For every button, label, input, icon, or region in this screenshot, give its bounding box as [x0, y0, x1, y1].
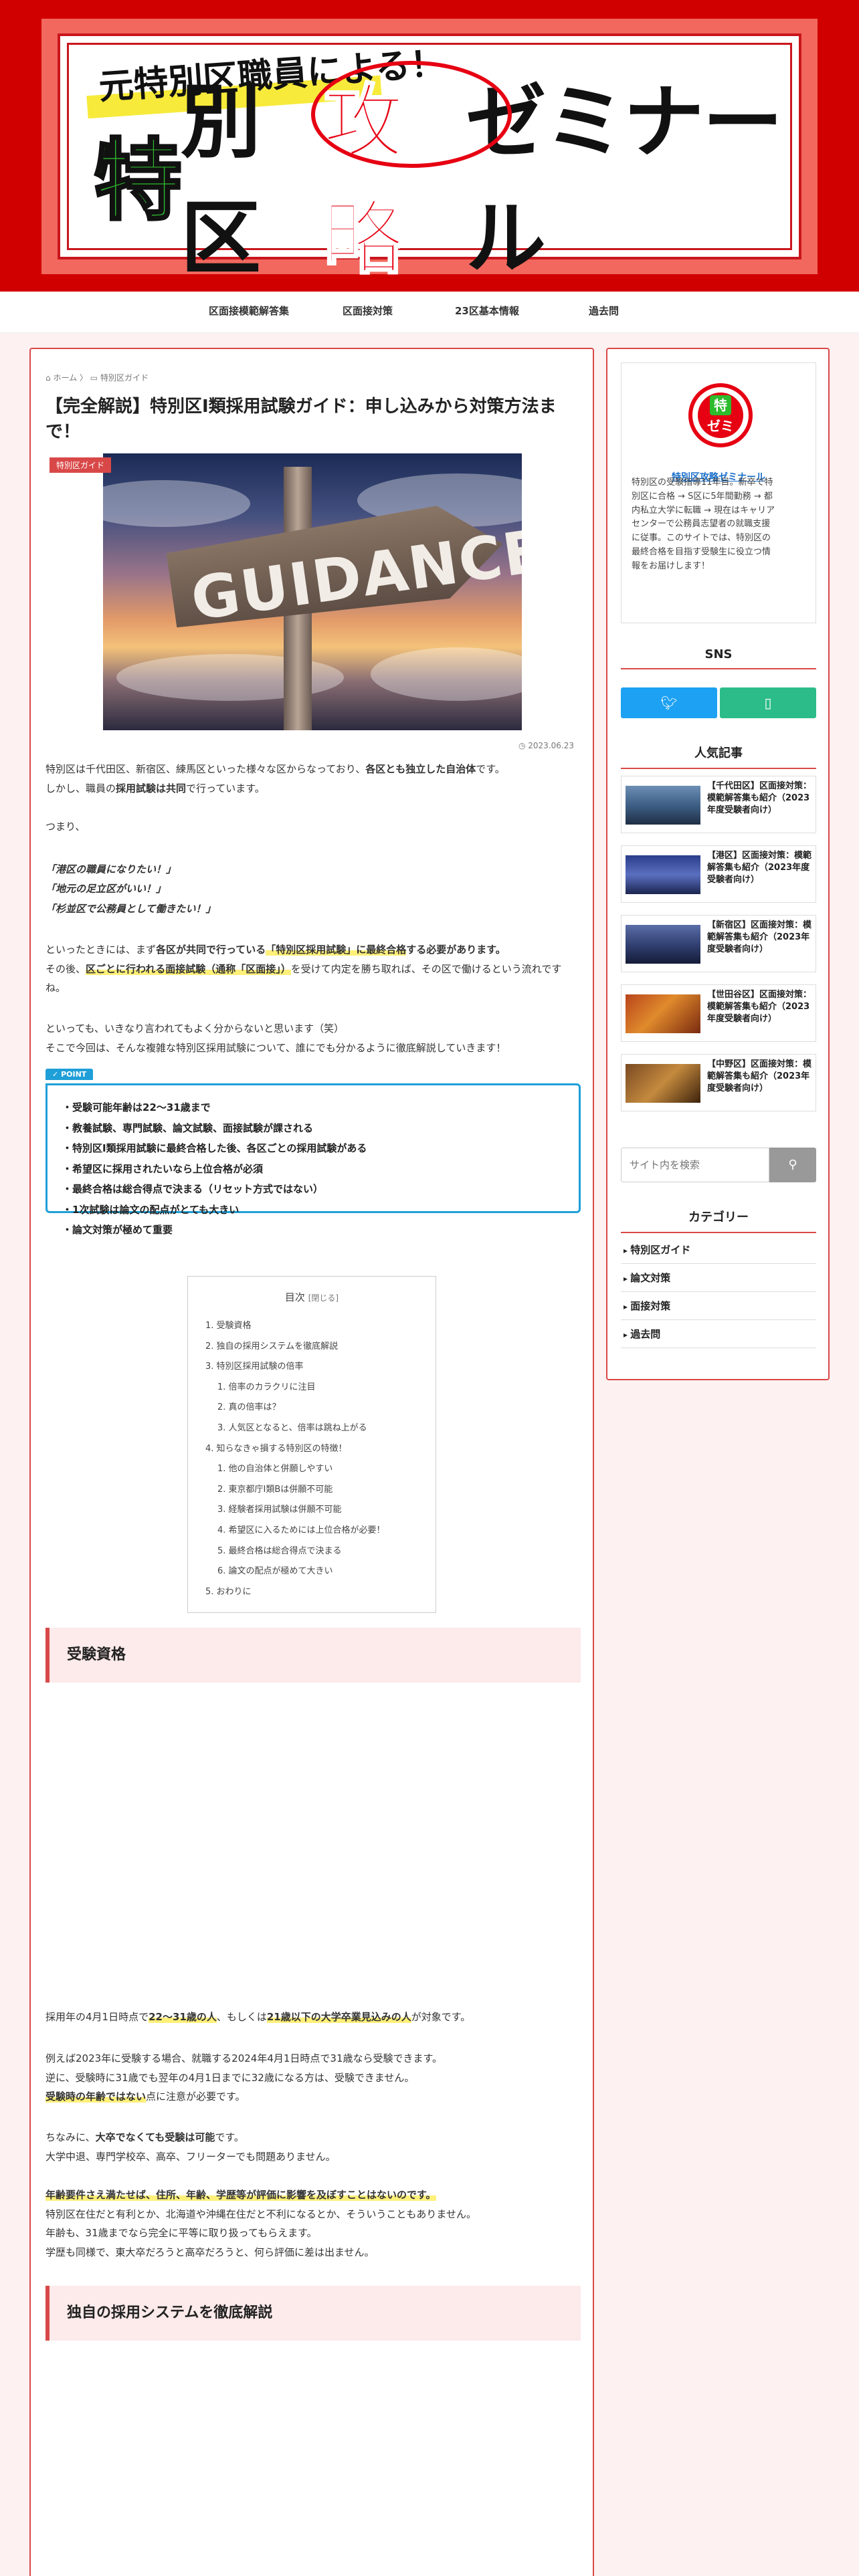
check-icon: ✓: [52, 1070, 59, 1079]
home-icon: ⌂: [45, 373, 51, 383]
profile-description: 特別区の受験指導11年目。新卒で特別区に合格 → S区に5年間勤務 → 都内私立…: [632, 477, 775, 571]
toc-item[interactable]: 1. 受験資格: [205, 1316, 418, 1337]
section-heading-hiring-system: 独自の採用システムを徹底解説: [45, 2286, 581, 2341]
toc-item[interactable]: 3. 特別区採用試験の倍率: [205, 1357, 418, 1378]
nav-item-interview-prep[interactable]: 区面接対策: [343, 304, 393, 318]
feedly-icon: ▯: [764, 695, 772, 711]
article-thumbnail: [626, 786, 700, 825]
popular-article-item[interactable]: 【新宿区】区面接対策：模範解答集も紹介（2023年度受験者向け）: [621, 915, 816, 972]
category-link[interactable]: 論文対策: [621, 1264, 816, 1292]
feedly-follow-button[interactable]: ▯: [720, 687, 816, 718]
popular-widget-title: 人気記事: [621, 744, 816, 769]
breadcrumb-home[interactable]: ホーム: [53, 373, 77, 383]
clock-icon: ◷: [518, 741, 526, 750]
banner-title-last: ゼミナール: [466, 76, 783, 286]
example-paragraph: 例えば2023年に受験する場合、就職する2024年4月1日時点で31歳なら受験で…: [45, 2052, 443, 2103]
breadcrumb-category[interactable]: 特別区ガイド: [100, 373, 149, 383]
toc-item[interactable]: 2. 東京都庁I類Bは併願不可能: [205, 1480, 418, 1501]
site-search-input[interactable]: [621, 1148, 769, 1182]
popular-article-item[interactable]: 【港区】区面接対策：模範解答集も紹介（2023年度受験者向け）: [621, 845, 816, 903]
toc-toggle[interactable]: [閉じる]: [308, 1293, 339, 1303]
intro-paragraph: 特別区は千代田区、新宿区、練馬区といった様々な区からなっており、各区とも独立した…: [45, 763, 505, 794]
category-widget-title: カテゴリー: [621, 1208, 816, 1233]
nav-item-23-wards-info[interactable]: 23区基本情報: [455, 304, 519, 318]
point-item: ・最終合格は総合得点で決まる（リセット方式ではない）: [62, 1183, 324, 1195]
twitter-icon: 🐦︎: [660, 695, 678, 711]
header-banner[interactable]: 元特別区職員による！ 特 別区 攻略 ゼミナール: [41, 19, 818, 287]
eyecatch-image: GUIDANCE: [103, 453, 522, 730]
point-item: ・受験可能年齢は22〜31歳まで: [62, 1101, 211, 1113]
table-of-contents: 目次 [閉じる] 1. 受験資格 2. 独自の採用システムを徹底解説 3. 特別区採…: [187, 1276, 436, 1613]
nav-item-past-exams[interactable]: 過去問: [589, 304, 619, 318]
point-item: ・1次試験は論文の配点がとても大きい: [62, 1203, 240, 1216]
banner-frame: 元特別区職員による！ 特 別区 攻略 ゼミナール: [58, 33, 801, 287]
point-box: ・受験可能年齢は22〜31歳まで ・教養試験、専門試験、論文試験、面接試験が課さ…: [45, 1083, 581, 1236]
flow-paragraph: といったときには、まず各区が共同で行っている「特別区採用試験」に最終合格する必要…: [45, 944, 562, 994]
folder-icon: ▭: [90, 373, 98, 383]
toc-item[interactable]: 5. おわりに: [205, 1582, 418, 1603]
banner-title-first: 特: [92, 128, 183, 234]
popular-article-item[interactable]: 【中野区】区面接対策：模範解答集も紹介（2023年度受験者向け）: [621, 1054, 816, 1111]
tsumari-text: つまり、: [45, 821, 86, 833]
point-item: ・特別区Ⅰ類採用試験に最終合格した後、各区ごとの採用試験がある: [62, 1142, 367, 1154]
toc-item[interactable]: 4. 希望区に入るためには上位合格が必要！: [205, 1521, 418, 1541]
toc-title: 目次 [閉じる]: [284, 1291, 339, 1303]
sns-widget-title: SNS: [621, 647, 816, 669]
article-thumbnail: [626, 994, 700, 1033]
nav-item-interview-answers[interactable]: 区面接模範解答集: [209, 304, 289, 318]
article-thumbnail: [626, 855, 700, 894]
point-item: ・教養試験、専門試験、論文試験、面接試験が課される: [62, 1121, 314, 1134]
breadcrumb: ⌂ ホーム 〉 ▭ 特別区ガイド: [45, 372, 149, 383]
breadcrumb-separator: 〉: [79, 373, 88, 383]
point-item: ・論文対策が極めて重要: [62, 1224, 173, 1236]
toc-item[interactable]: 4. 知らなきゃ損する特別区の特徴！: [205, 1439, 418, 1460]
point-item: ・希望区に採用されたいなら上位合格が必須: [62, 1162, 264, 1175]
category-link[interactable]: 面接対策: [621, 1292, 816, 1320]
post-date: ◷ 2023.06.23: [518, 741, 574, 750]
search-icon: ⚲: [788, 1158, 797, 1172]
site-logo-title: 特 別区 攻略 ゼミナール: [92, 61, 799, 287]
education-note-paragraph: ちなみに、大卒でなくても受験は可能です。 大学中退、専門学校卒、高卒、フリーター…: [45, 2131, 336, 2163]
toc-item[interactable]: 5. 最終合格は総合得点で決まる: [205, 1541, 418, 1562]
toc-item[interactable]: 2. 真の倍率は？: [205, 1398, 418, 1418]
lead-paragraph: といっても、いきなり言われてもよく分からないと思います（笑） そこで今回は、そん…: [45, 1023, 506, 1054]
popular-article-item[interactable]: 【千代田区】区面接対策：模範解答集も紹介（2023年度受験者向け）: [621, 776, 816, 833]
point-tag: ✓ POINT: [45, 1069, 94, 1080]
banner-title-mid: 別区: [181, 76, 261, 286]
popular-article-item[interactable]: 【世田谷区】区面接対策：模範解答集も紹介（2023年度受験者向け）: [621, 984, 816, 1042]
global-nav: 区面接模範解答集 区面接対策 23区基本情報 過去問: [0, 292, 859, 333]
toc-item[interactable]: 1. 倍率のカラクリに注目: [205, 1378, 418, 1398]
site-header: 元特別区職員による！ 特 別区 攻略 ゼミナール: [0, 0, 859, 292]
banner-title-red: 攻略: [311, 57, 512, 290]
section-heading-eligibility: 受験資格: [45, 1628, 581, 1683]
eligibility-paragraph: 採用年の4月1日時点で22〜31歳の人、もしくは21歳以下の大学卒業見込みの人が…: [45, 2011, 471, 2023]
category-badge[interactable]: 特別区ガイド: [50, 457, 112, 473]
quotes-block: 「港区の職員になりたい！」 「地元の足立区がいい！」 「杉並区で公務員として働き…: [45, 863, 216, 915]
category-link[interactable]: 特別区ガイド: [621, 1236, 816, 1264]
toc-item[interactable]: 2. 独自の採用システムを徹底解説: [205, 1337, 418, 1358]
article-thumbnail: [626, 1064, 700, 1103]
fairness-paragraph: 年齢要件さえ満たせば、住所、年齢、学歴等が評価に影響を及ぼすことはないのです。 …: [45, 2189, 476, 2258]
profile-avatar[interactable]: 特 ゼミ: [688, 383, 753, 447]
category-link[interactable]: 過去問: [621, 1320, 816, 1348]
toc-item[interactable]: 3. 経験者採用試験は併願不可能: [205, 1500, 418, 1521]
search-button[interactable]: ⚲: [769, 1148, 816, 1182]
article-title: 【完全解説】特別区Ⅰ類採用試験ガイド：申し込みから対策方法まで！: [45, 397, 557, 442]
twitter-follow-button[interactable]: 🐦︎: [621, 687, 717, 718]
article-thumbnail: [626, 925, 700, 964]
sidebar: 特 ゼミ 特別区攻略ゼミナール 特別区の受験指導11年目。新卒で特別区に合格 →…: [606, 348, 830, 1380]
toc-item[interactable]: 1. 他の自治体と併願しやすい: [205, 1459, 418, 1480]
main-article: ⌂ ホーム 〉 ▭ 特別区ガイド 【完全解説】特別区Ⅰ類採用試験ガイド：申し込み…: [29, 348, 594, 2576]
toc-item[interactable]: 6. 論文の配点が極めて大きい: [205, 1562, 418, 1582]
toc-item[interactable]: 3. 人気区となると、倍率は跳ね上がる: [205, 1418, 418, 1439]
